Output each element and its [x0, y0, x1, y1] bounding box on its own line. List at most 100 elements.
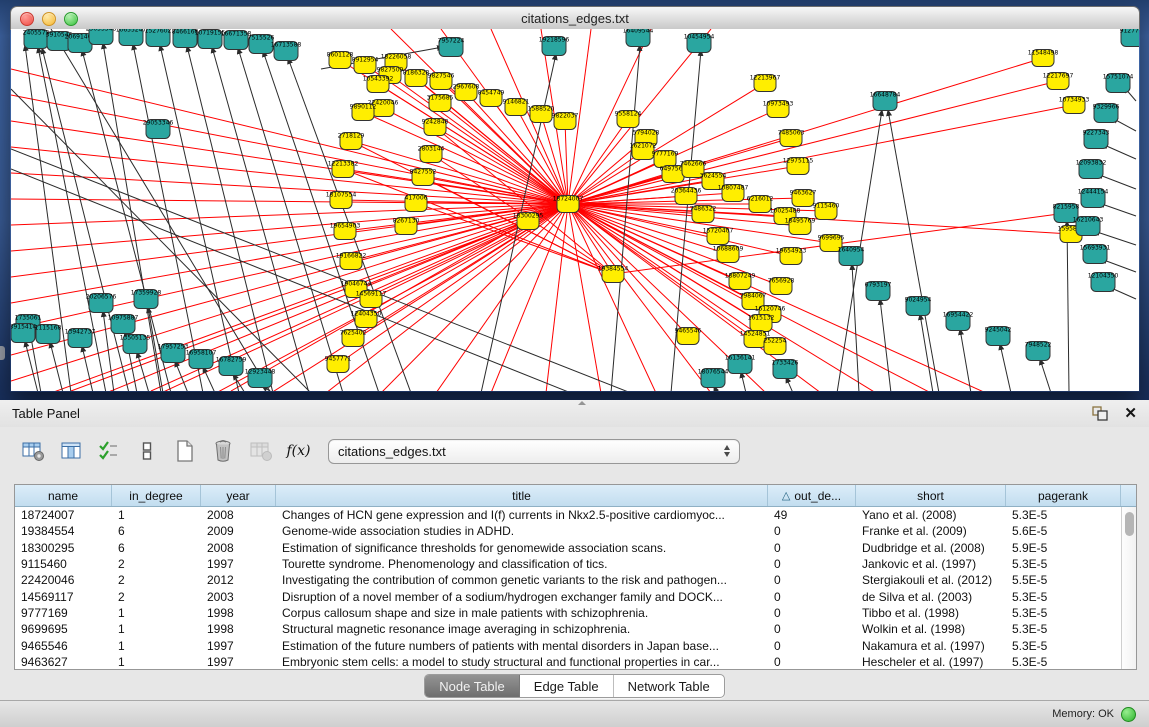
- graph-node-label: 1733426: [772, 360, 799, 367]
- network-graph-svg: 1872400786011288912954182260589827509105…: [11, 29, 1139, 391]
- table-row[interactable]: 946554611997Estimation of the future num…: [15, 637, 1121, 653]
- graph-edge[interactable]: [363, 112, 568, 204]
- graph-edge[interactable]: [888, 110, 939, 391]
- table-row[interactable]: 1938455462009Genome-wide association stu…: [15, 523, 1121, 539]
- tab-network-table[interactable]: Network Table: [614, 675, 724, 697]
- table-row[interactable]: 1830029562008Estimation of significance …: [15, 540, 1121, 556]
- table-cell: 18724007: [15, 508, 112, 522]
- column-header-in-degree[interactable]: in_degree: [112, 485, 201, 506]
- delete-column-icon[interactable]: [248, 439, 273, 464]
- graph-edge[interactable]: [852, 264, 859, 391]
- graph-edge[interactable]: [1000, 344, 1011, 391]
- table-cell: 9777169: [15, 606, 112, 620]
- graph-edge[interactable]: [1067, 221, 1069, 391]
- close-panel-icon[interactable]: ✕: [1124, 406, 1137, 421]
- column-header-short[interactable]: short: [856, 485, 1006, 506]
- graph-node-label: 7984067: [740, 293, 767, 300]
- show-columns-icon[interactable]: [58, 439, 83, 464]
- graph-node-label: 1640954: [838, 247, 865, 254]
- graph-node-label: 6793197: [865, 282, 892, 289]
- graph-edge[interactable]: [568, 204, 601, 391]
- graph-edge[interactable]: [741, 372, 746, 391]
- close-window-icon[interactable]: [20, 12, 34, 26]
- table-source-combobox[interactable]: citations_edges.txt: [328, 439, 740, 464]
- graph-edge[interactable]: [11, 121, 568, 204]
- tab-node-table[interactable]: Node Table: [425, 675, 520, 697]
- graph-node-label: 9827546: [428, 73, 455, 80]
- table-settings-icon[interactable]: [20, 439, 45, 464]
- graph-node-label: 29053346: [143, 120, 174, 127]
- graph-edge[interactable]: [11, 204, 568, 381]
- minimize-window-icon[interactable]: [42, 12, 56, 26]
- graph-edge[interactable]: [1094, 231, 1136, 245]
- graph-node-label: 12104350: [1088, 273, 1119, 280]
- graph-node-label: 14569117: [356, 291, 387, 298]
- table-cell: 0: [768, 590, 856, 604]
- graph-edge[interactable]: [786, 377, 793, 391]
- column-header-pagerank[interactable]: pagerank: [1006, 485, 1121, 506]
- graph-edge[interactable]: [11, 95, 568, 204]
- scrollbar-thumb[interactable]: [1125, 512, 1134, 536]
- table-cell: 9699695: [15, 622, 112, 636]
- graph-edge[interactable]: [82, 346, 93, 391]
- graph-edge[interactable]: [175, 361, 188, 391]
- graph-edge[interactable]: [880, 299, 891, 391]
- table-row[interactable]: 2242004622012Investigating the contribut…: [15, 572, 1121, 588]
- table-cell: Dudbridge et al. (2008): [856, 541, 1006, 555]
- graph-node-label: 3175685: [427, 95, 454, 102]
- node-table: namein_degreeyeartitle△out_de...shortpag…: [14, 484, 1137, 670]
- table-cell: 22420046: [15, 573, 112, 587]
- table-body: 1872400712008Changes of HCN gene express…: [15, 507, 1121, 669]
- table-row[interactable]: 946362711997Embryonic stem cells: a mode…: [15, 654, 1121, 669]
- table-cell: 2: [112, 590, 201, 604]
- select-columns-icon[interactable]: [96, 439, 121, 464]
- table-cell: 0: [768, 541, 856, 555]
- column-header-out-de-[interactable]: △out_de...: [768, 485, 856, 506]
- graph-edge[interactable]: [1097, 174, 1136, 189]
- table-cell: 5.3E-5: [1006, 590, 1121, 604]
- column-header-year[interactable]: year: [201, 485, 276, 506]
- function-builder-icon[interactable]: f(x): [286, 439, 311, 464]
- new-table-icon[interactable]: [172, 439, 197, 464]
- column-header-title[interactable]: title: [276, 485, 768, 506]
- table-cell: 0: [768, 655, 856, 669]
- graph-node-label: 10655247: [116, 29, 147, 34]
- table-cell: 18300295: [15, 541, 112, 555]
- graph-edge[interactable]: [238, 48, 343, 391]
- table-row[interactable]: 1456911722003Disruption of a novel membe…: [15, 588, 1121, 604]
- graph-edge[interactable]: [50, 342, 63, 391]
- window-titlebar[interactable]: citations_edges.txt: [10, 6, 1140, 30]
- left-splitter-handle[interactable]: [0, 346, 5, 360]
- table-cell: 6: [112, 541, 201, 555]
- zoom-window-icon[interactable]: [64, 12, 78, 26]
- graph-node-label: 16136141: [725, 355, 756, 362]
- table-source-value: citations_edges.txt: [338, 444, 724, 459]
- graph-node-label: 14524851: [740, 331, 771, 338]
- graph-node-label: 17359928: [131, 290, 162, 297]
- graph-edge[interactable]: [1040, 359, 1051, 391]
- table-cell: Investigating the contribution of common…: [276, 573, 768, 587]
- delete-table-icon[interactable]: [210, 439, 235, 464]
- float-panel-icon[interactable]: [1092, 406, 1108, 421]
- graph-node-label: 18495769: [785, 218, 816, 225]
- table-row[interactable]: 977716911998Corpus callosum shape and si…: [15, 605, 1121, 621]
- network-view-window[interactable]: citations_edges.txt 18724007860112889129…: [10, 6, 1140, 392]
- tab-edge-table[interactable]: Edge Table: [520, 675, 614, 697]
- table-row[interactable]: 1872400712008Changes of HCN gene express…: [15, 507, 1121, 523]
- graph-edge[interactable]: [568, 204, 656, 391]
- memory-status-label: Memory: OK: [1052, 708, 1114, 720]
- graph-node-label: 16120746: [755, 306, 786, 313]
- graph-node-label: 15693931: [1080, 245, 1111, 252]
- graph-edge[interactable]: [51, 204, 568, 391]
- panel-splitter-handle[interactable]: [575, 401, 589, 406]
- table-cell: 1998: [201, 606, 276, 620]
- merge-rows-icon[interactable]: [134, 439, 159, 464]
- table-row[interactable]: 969969511998Structural magnetic resonanc…: [15, 621, 1121, 637]
- table-row[interactable]: 911546021997Tourette syndrome. Phenomeno…: [15, 556, 1121, 572]
- table-cell: Disruption of a novel member of a sodium…: [276, 590, 768, 604]
- column-header-name[interactable]: name: [15, 485, 112, 506]
- graph-node-label: 10734933: [1059, 97, 1090, 104]
- network-canvas[interactable]: 1872400786011288912954182260589827509105…: [11, 29, 1139, 391]
- vertical-scrollbar[interactable]: [1121, 507, 1136, 669]
- graph-edge[interactable]: [216, 204, 568, 391]
